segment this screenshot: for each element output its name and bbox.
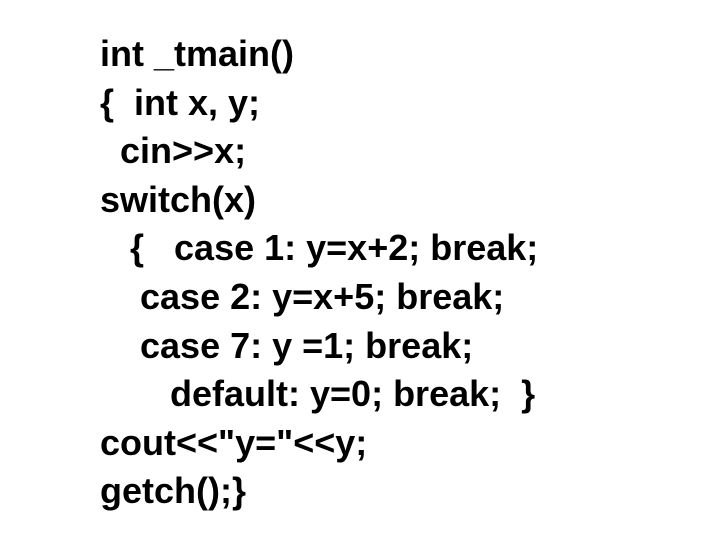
code-line-3: cin>>x; <box>100 127 720 176</box>
code-line-1: int _tmain() <box>100 30 720 79</box>
code-line-10: getch();} <box>100 467 720 516</box>
code-block: int _tmain() { int x, y; cin>>x; switch(… <box>100 30 720 516</box>
code-line-9: cout<<"y="<<y; <box>100 419 720 468</box>
code-line-5: { case 1: y=x+2; break; <box>100 224 720 273</box>
code-line-2: { int x, y; <box>100 79 720 128</box>
code-line-6: case 2: y=x+5; break; <box>100 273 720 322</box>
code-line-7: case 7: y =1; break; <box>100 322 720 371</box>
code-line-4: switch(x) <box>100 176 720 225</box>
code-line-8: default: y=0; break; } <box>100 370 720 419</box>
